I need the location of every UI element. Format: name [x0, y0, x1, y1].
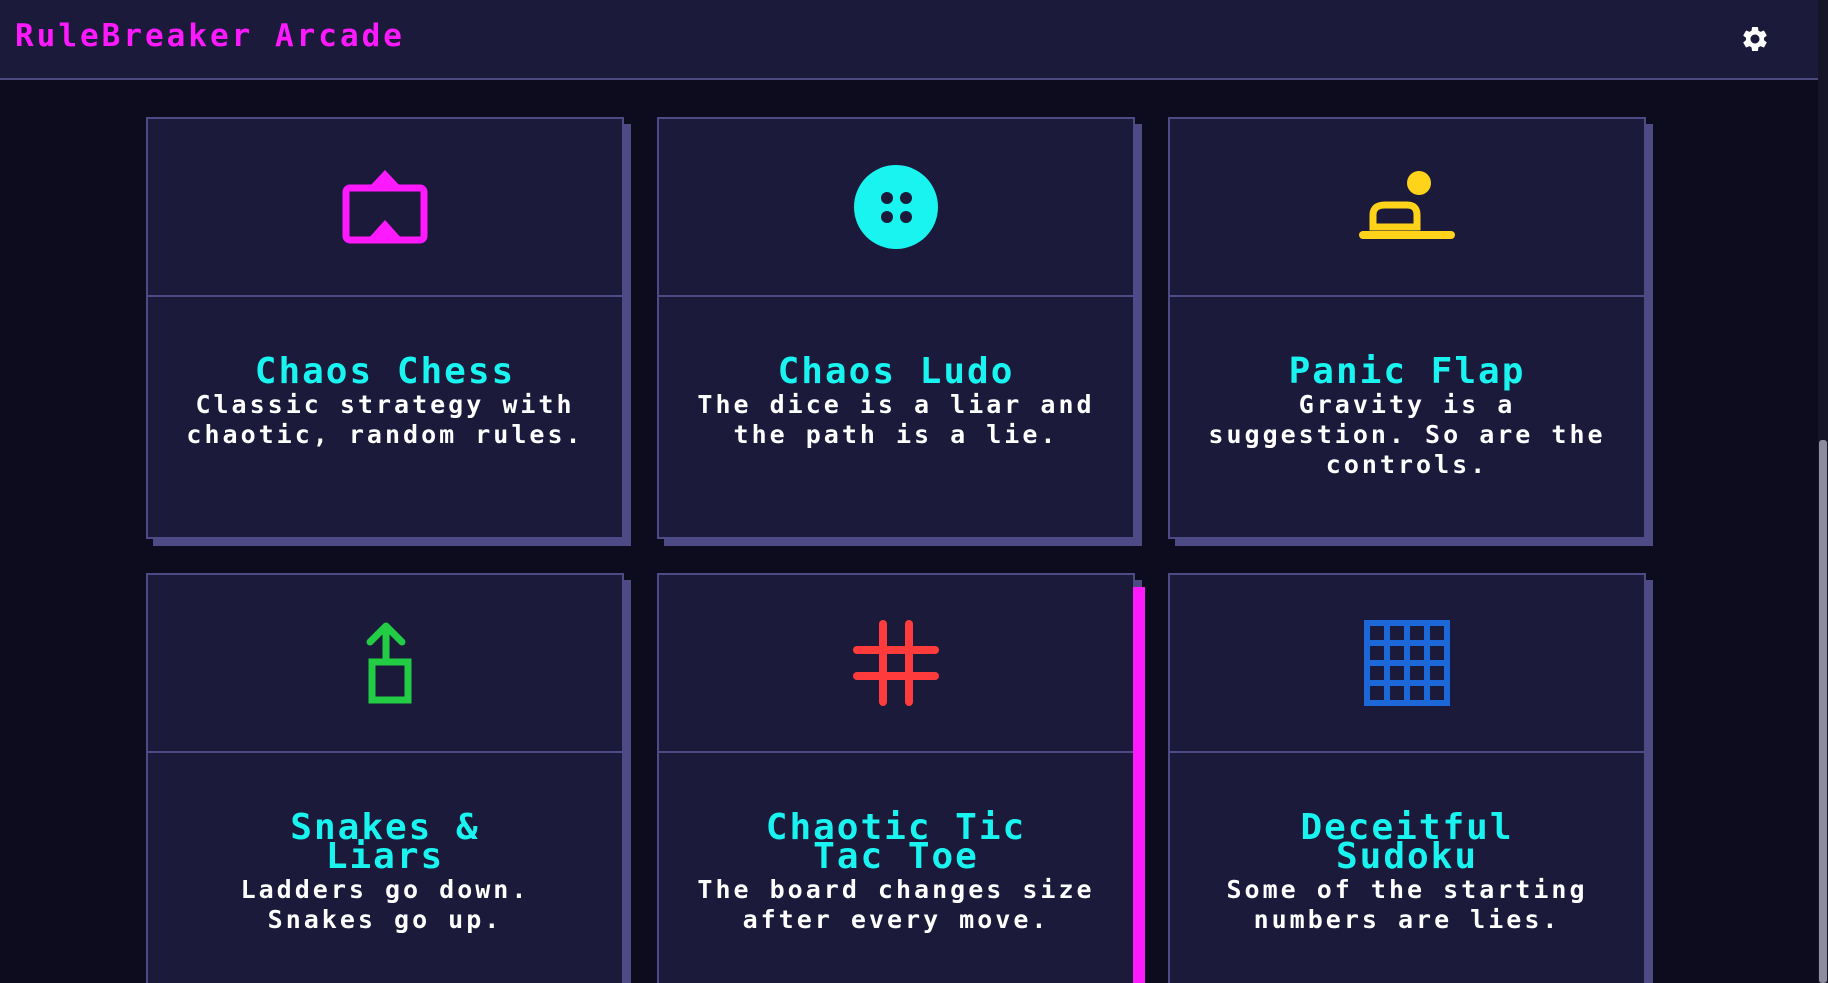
gear-icon: [1743, 26, 1767, 51]
ladder-arrow-icon: [366, 622, 412, 704]
game-title: Snakes & Liars: [290, 807, 480, 877]
game-description: The dice is a liar and the path is a lie…: [697, 390, 1095, 449]
app-title: RuleBreaker Arcade: [15, 18, 405, 54]
app: RuleBreaker Arcade Chaos Chess Classic s…: [0, 0, 1828, 983]
card-icon-area: [1170, 575, 1644, 753]
game-description: Classic strategy with chaotic, random ru…: [186, 390, 584, 449]
card-body: Chaos Chess Classic strategy with chaoti…: [148, 297, 622, 450]
card-icon-area: [148, 119, 622, 297]
game-card-snakes-and-liars[interactable]: Snakes & Liars Ladders go down. Snakes g…: [146, 573, 624, 983]
game-card-chaos-chess[interactable]: Chaos Chess Classic strategy with chaoti…: [146, 117, 624, 539]
hover-highlight-bar: [1133, 587, 1145, 983]
game-card-deceitful-sudoku[interactable]: Deceitful Sudoku Some of the starting nu…: [1168, 573, 1646, 983]
sudoku-grid-icon: [1364, 620, 1450, 706]
page-scrollbar[interactable]: [1818, 0, 1828, 983]
card-body: Deceitful Sudoku Some of the starting nu…: [1170, 753, 1644, 935]
game-description: The board changes size after every move.: [697, 875, 1095, 934]
game-card-chaos-ludo[interactable]: Chaos Ludo The dice is a liar and the pa…: [657, 117, 1135, 539]
game-title: Chaotic Tic Tac Toe: [765, 807, 1027, 877]
card-icon-area: [659, 575, 1133, 753]
game-card-panic-flap[interactable]: Panic Flap Gravity is a suggestion. So a…: [1168, 117, 1646, 539]
scrollbar-thumb[interactable]: [1819, 440, 1827, 983]
top-bar: RuleBreaker Arcade: [0, 0, 1818, 80]
card-body: Panic Flap Gravity is a suggestion. So a…: [1170, 297, 1644, 480]
card-body: Chaos Ludo The dice is a liar and the pa…: [659, 297, 1133, 450]
card-body: Snakes & Liars Ladders go down. Snakes g…: [148, 753, 622, 935]
game-description: Some of the starting numbers are lies.: [1226, 875, 1588, 934]
game-description: Ladders go down. Snakes go up.: [240, 875, 530, 934]
flappy-bird-icon: [1359, 171, 1455, 239]
card-body: Chaotic Tic Tac Toe The board changes si…: [659, 753, 1133, 935]
game-title: Chaos Chess: [254, 351, 516, 392]
dice-icon: [854, 165, 938, 249]
card-icon-area: [659, 119, 1133, 297]
hash-grid-icon: [853, 620, 939, 706]
game-title: Deceitful Sudoku: [1300, 807, 1514, 877]
card-icon-area: [1170, 119, 1644, 297]
card-icon-area: [148, 575, 622, 753]
chess-board-icon: [342, 170, 428, 244]
game-description: Gravity is a suggestion. So are the cont…: [1208, 390, 1606, 479]
game-card-chaotic-tic-tac-toe[interactable]: Chaotic Tic Tac Toe The board changes si…: [657, 573, 1135, 983]
settings-button[interactable]: [1738, 22, 1772, 56]
game-title: Chaos Ludo: [777, 351, 1015, 392]
game-title: Panic Flap: [1288, 351, 1526, 392]
